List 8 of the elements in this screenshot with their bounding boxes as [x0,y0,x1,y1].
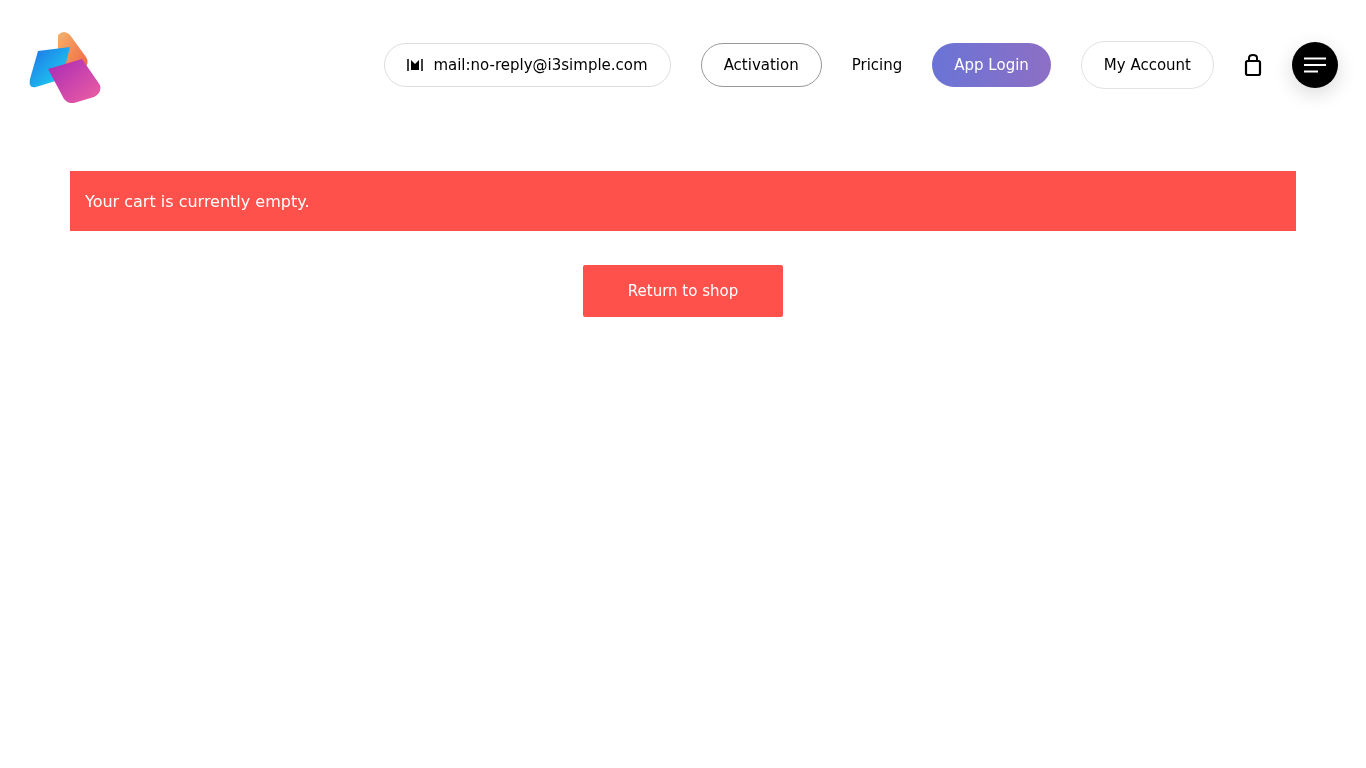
menu-icon [1304,57,1326,73]
cart-empty-notice: Your cart is currently empty. [70,171,1296,231]
shopping-bag-icon[interactable] [1244,54,1262,76]
nav-link[interactable]: Pricing [851,43,903,87]
menu-button[interactable] [1292,42,1338,88]
mail-icon [407,58,424,72]
logo-icon[interactable] [28,29,102,103]
nav-link[interactable]: App Login [932,43,1051,87]
